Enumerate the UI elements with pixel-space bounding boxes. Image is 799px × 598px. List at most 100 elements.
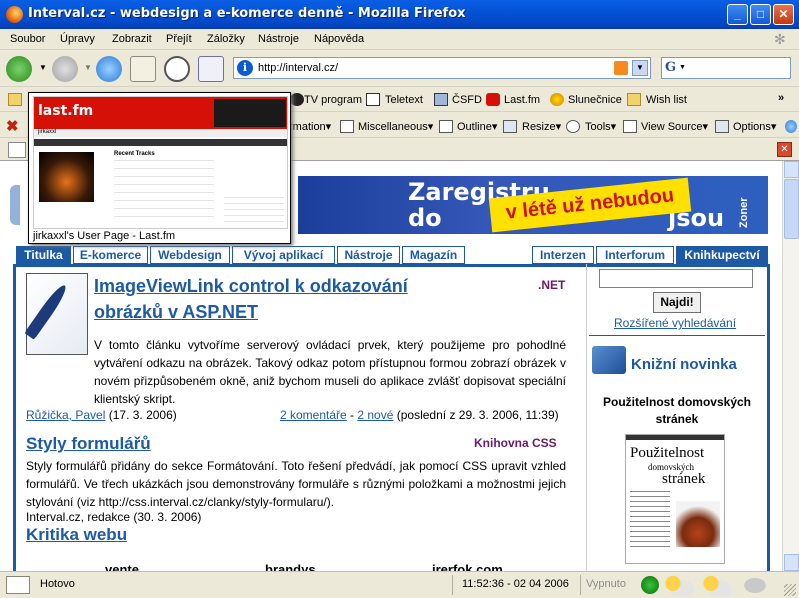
article-1-title-line2[interactable]: obrázků v ASP.NET: [94, 302, 258, 323]
sidebar-search-input[interactable]: [599, 269, 753, 288]
interval-logo[interactable]: [10, 185, 30, 225]
menu-soubor[interactable]: Soubor: [10, 33, 45, 45]
article-1-comments[interactable]: 2 komentáře: [280, 408, 347, 422]
article-1-new[interactable]: 2 nové: [357, 408, 393, 422]
scroll-down-icon[interactable]: [784, 554, 799, 571]
maximize-button[interactable]: □: [750, 4, 771, 25]
info-icon[interactable]: i: [237, 60, 253, 76]
book-heading: Knižní novinka: [631, 356, 737, 373]
disable-icon[interactable]: ✖: [6, 117, 19, 135]
article-3-title[interactable]: Kritika webu: [26, 525, 127, 545]
tab-nastroje[interactable]: Nástroje: [337, 246, 400, 264]
bookmark-csfd[interactable]: ČSFD: [452, 94, 482, 106]
search-input[interactable]: G ▼: [661, 57, 791, 79]
tab-knihkupectvi[interactable]: Knihkupectví: [676, 246, 768, 264]
status-off[interactable]: Vypnuto: [586, 578, 626, 590]
home-icon[interactable]: [130, 56, 156, 82]
wd-outline[interactable]: Outline▾: [457, 120, 497, 133]
article-2-title[interactable]: Styly formulářů: [26, 434, 151, 454]
vertical-scrollbar[interactable]: [782, 161, 799, 571]
article-1-last: (poslední z 29. 3. 2006, 11:39): [396, 408, 559, 422]
teletext-icon: [366, 93, 380, 106]
title-bar[interactable]: Interval.cz - webdesign a e-komerce denn…: [0, 0, 799, 29]
tabs-icon[interactable]: [198, 56, 224, 82]
lastfm-username: jirkaxxl: [38, 129, 57, 135]
wd-tools[interactable]: Tools▾: [585, 120, 616, 133]
menu-prejit[interactable]: Přejít: [166, 33, 192, 45]
bookmark-slunecnice[interactable]: Slunečnice: [568, 94, 622, 106]
tab-magazin[interactable]: Magazín: [402, 246, 465, 264]
close-button[interactable]: ✕: [773, 4, 794, 25]
resize-grip-icon[interactable]: [784, 584, 796, 596]
bookmark-lastfm[interactable]: Last.fm: [504, 94, 540, 106]
menu-zobrazit[interactable]: Zobrazit: [112, 33, 152, 45]
wd-resize[interactable]: Resize▾: [522, 120, 561, 133]
weather-icon[interactable]: [664, 575, 694, 596]
book-cover[interactable]: Použitelnost domovských stránek: [625, 434, 725, 564]
menu-nastroje[interactable]: Nástroje: [258, 33, 299, 45]
bookmark-tv-program[interactable]: TV program: [304, 94, 362, 106]
back-dropdown-icon[interactable]: ▼: [39, 63, 47, 72]
scroll-thumb[interactable]: [784, 179, 799, 239]
firefox-icon: [6, 6, 23, 23]
quill-icon: [24, 273, 88, 355]
tab-interzen[interactable]: Interzen: [532, 246, 594, 264]
tab-e-komerce[interactable]: E-komerce: [73, 246, 148, 264]
throbber-icon: ✻: [774, 31, 786, 47]
globe-icon[interactable]: [785, 120, 797, 133]
tab-titulka[interactable]: Titulka: [16, 246, 71, 264]
forward-icon[interactable]: [52, 56, 78, 82]
article-1-author[interactable]: Růžička, Pavel: [26, 408, 105, 422]
bookmark-teletext[interactable]: Teletext: [385, 94, 423, 106]
search-engine-dropdown-icon[interactable]: ▼: [679, 64, 686, 71]
chevron-right-icon[interactable]: »: [778, 92, 784, 104]
new-tab-icon[interactable]: [8, 142, 26, 158]
recent-tracks-label: Recent Tracks: [114, 151, 155, 157]
tab-vyvoj-aplikaci[interactable]: Vývoj aplikací: [232, 246, 335, 264]
tooltip-caption: jirkaxxl's User Page - Last.fm: [33, 230, 176, 242]
advanced-search-link[interactable]: Rozšířené vyhledávání: [614, 316, 736, 330]
avatar: [39, 152, 94, 202]
menu-upravy[interactable]: Úpravy: [60, 33, 95, 45]
cover-title-1: Použitelnost: [630, 445, 705, 461]
menu-napoveda[interactable]: Nápověda: [314, 33, 364, 45]
cloud-icon[interactable]: [740, 575, 770, 596]
zoner-banner[interactable]: Zaregistru do jsou v létě už nebudou Zon…: [298, 176, 768, 234]
article-1-text: V tomto článku vytvoříme serverový ovlád…: [94, 336, 566, 408]
banner-brand: Zoner: [738, 197, 750, 228]
article-1-comments-row: 2 komentáře - 2 nové (poslední z 29. 3. …: [280, 408, 559, 422]
back-icon[interactable]: [6, 56, 32, 82]
article-1-title-line1[interactable]: ImageViewLink control k odkazování: [94, 276, 408, 297]
scroll-up-icon[interactable]: [784, 161, 799, 178]
google-icon[interactable]: G: [665, 60, 676, 75]
article-1-sep: -: [346, 408, 358, 422]
online-indicator-icon[interactable]: [641, 576, 659, 594]
clock-icon[interactable]: [164, 56, 190, 82]
misc-icon: [340, 120, 354, 133]
article-1-category[interactable]: .NET: [538, 278, 565, 292]
wd-miscellaneous[interactable]: Miscellaneous▾: [358, 120, 433, 133]
minimize-button[interactable]: _: [727, 4, 748, 25]
reload-icon[interactable]: [96, 56, 122, 82]
bookmark-wish-list[interactable]: Wish list: [646, 94, 687, 106]
wd-view-source[interactable]: View Source▾: [641, 120, 708, 133]
wd-information[interactable]: rmation▾: [289, 120, 331, 133]
sidebar-divider: [589, 335, 765, 336]
wd-options[interactable]: Options▾: [733, 120, 776, 133]
search-button[interactable]: Najdi!: [653, 292, 701, 313]
url-bar[interactable]: i http://interval.cz/ ▼: [233, 57, 651, 79]
url-dropdown-icon[interactable]: ▼: [632, 60, 648, 76]
tab-interforum[interactable]: Interforum: [596, 246, 674, 264]
weather-icon[interactable]: [702, 575, 732, 596]
tab-preview-tooltip: last.fm jirkaxxl Recent Tracks jirkaxxl'…: [28, 92, 291, 244]
lastfm-icon: [486, 93, 500, 106]
rss-icon[interactable]: [614, 61, 628, 75]
close-tab-icon[interactable]: ✕: [777, 142, 792, 157]
menu-zalozky[interactable]: Záložky: [207, 33, 245, 45]
window-title: Interval.cz - webdesign a e-komerce denn…: [28, 6, 466, 21]
tab-webdesign[interactable]: Webdesign: [150, 246, 230, 264]
forward-dropdown-icon[interactable]: ▼: [84, 63, 92, 72]
article-2-category[interactable]: Knihovna CSS: [474, 436, 557, 450]
book-title[interactable]: Použitelnost domovských stránek: [591, 394, 763, 428]
view-source-icon: [623, 120, 637, 133]
